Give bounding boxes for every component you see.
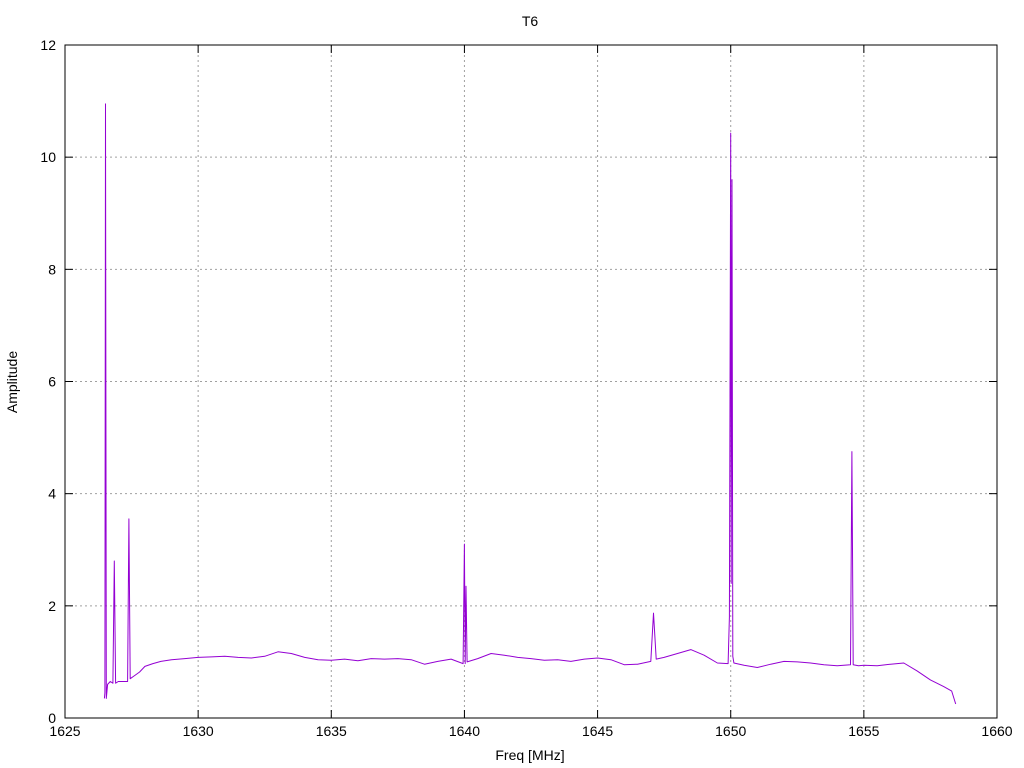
x-tick-label: 1650: [715, 723, 746, 739]
x-tick-label: 1655: [848, 723, 879, 739]
y-tick-label: 2: [48, 598, 56, 614]
x-axis-label: Freq [MHz]: [495, 747, 564, 763]
y-tick-label: 12: [40, 37, 56, 53]
x-tick-label: 1645: [582, 723, 613, 739]
y-axis-label: Amplitude: [4, 351, 20, 413]
y-tick-label: 0: [48, 710, 56, 726]
y-tick-label: 8: [48, 261, 56, 277]
series-line: [103, 103, 957, 705]
y-tick-label: 6: [48, 374, 56, 390]
x-tick-label: 1635: [316, 723, 347, 739]
y-tick-label: 10: [40, 149, 56, 165]
x-tick-labels: 1625 1630 1635 1640 1645 1650 1655 1660: [49, 723, 1012, 739]
grid-lines: [65, 45, 997, 718]
amplitude-chart: 1625 1630 1635 1640 1645 1650 1655 1660 0246810…: [4, 13, 1013, 763]
series-group: [103, 103, 957, 705]
x-tick-label: 1660: [981, 723, 1012, 739]
chart-title: T6: [522, 13, 539, 29]
y-tick-labels: 0 2 4 6 8 10 12: [40, 37, 56, 726]
x-tick-label: 1630: [183, 723, 214, 739]
x-tick-label: 1640: [449, 723, 480, 739]
y-tick-label: 4: [48, 486, 56, 502]
